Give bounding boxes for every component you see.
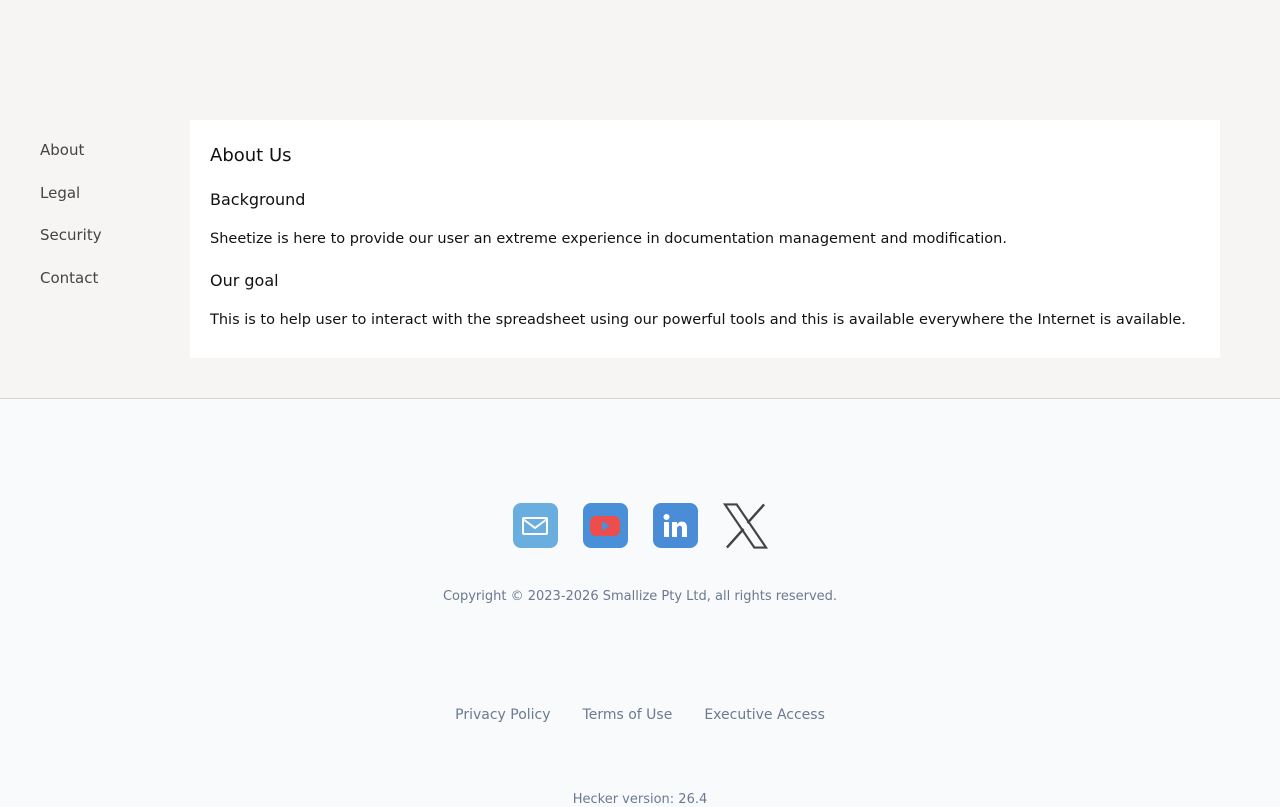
sidebar-item-legal[interactable]: Legal [40, 183, 160, 203]
section-heading-goal: Our goal [210, 271, 279, 290]
copyright-text: Copyright © 2023-2026 Smallize Pty Ltd, … [442, 589, 838, 604]
about-card: About Us Background Sheetize is here to … [190, 120, 1220, 358]
sidebar-item-security[interactable]: Security [40, 225, 160, 245]
privacy-policy-link[interactable]: Privacy Policy [455, 707, 550, 723]
sidebar-item-contact[interactable]: Contact [40, 268, 160, 288]
executive-access-link[interactable]: Executive Access [704, 707, 825, 723]
main-area: About Legal Security Contact About Us Ba… [0, 0, 1280, 399]
terms-of-use-link[interactable]: Terms of Use [583, 707, 673, 723]
youtube-icon[interactable] [582, 503, 628, 548]
footer-links: Privacy Policy Terms of Use Executive Ac… [0, 707, 1280, 723]
sidebar-item-about[interactable]: About [40, 140, 160, 160]
section-heading-background: Background [210, 190, 306, 209]
footer: Copyright © 2023-2026 Smallize Pty Ltd, … [0, 399, 1280, 807]
linkedin-icon[interactable] [652, 503, 698, 548]
section-body-goal: This is to help user to interact with th… [210, 312, 1186, 328]
mail-icon[interactable] [512, 503, 558, 548]
section-body-background: Sheetize is here to provide our user an … [210, 231, 1007, 247]
sidebar-nav: About Legal Security Contact [40, 140, 160, 310]
social-links [0, 502, 1280, 549]
x-icon[interactable] [722, 502, 768, 549]
page-title: About Us [210, 145, 292, 166]
